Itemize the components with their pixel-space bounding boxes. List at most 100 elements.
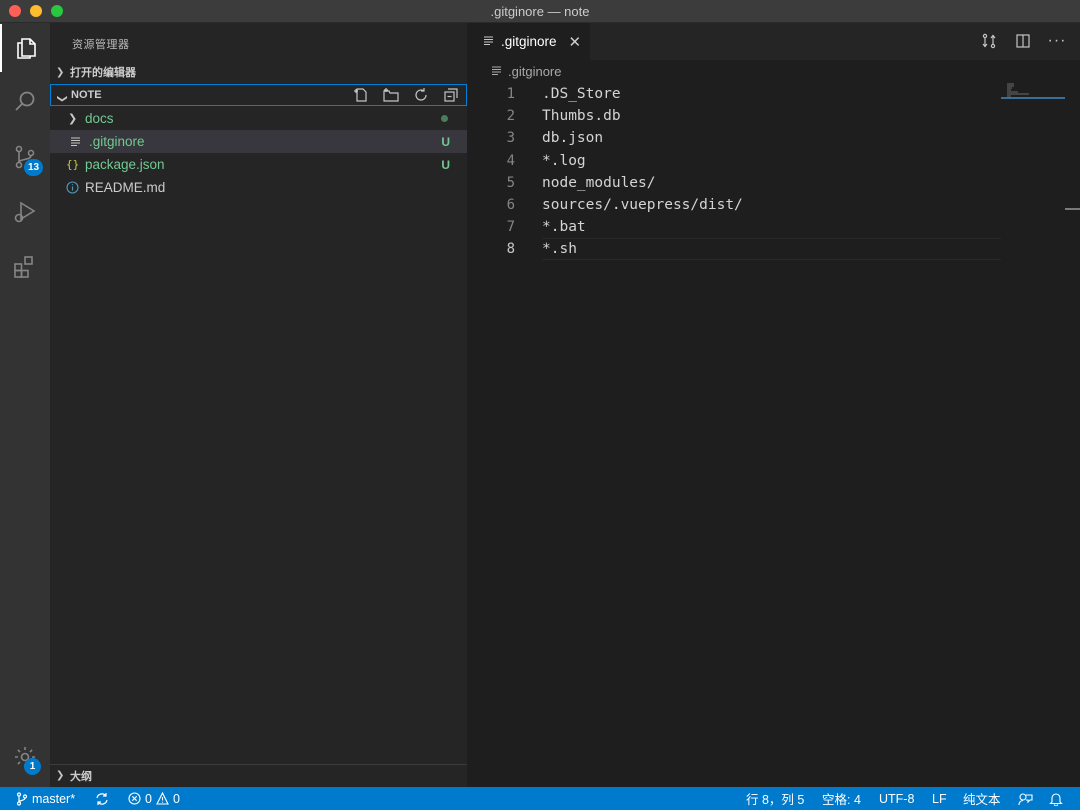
minimap-slider[interactable] [1001,97,1065,99]
line-text: *.log [542,152,586,169]
eol: LF [932,791,947,806]
code-line-current: 8 *.sh [467,238,1080,261]
code-line: 2 Thumbs.db [467,105,1080,127]
window-title: .gitginore — note [490,4,590,19]
eol-status[interactable]: LF [932,787,947,810]
more-actions-button[interactable]: ··· [1048,32,1066,50]
status-bar: master* 0 0 行 8，列 5 空格: 4 UTF-8 LF 纯文本 [0,787,1080,810]
refresh-icon [415,88,427,101]
run-debug-activity-button[interactable] [0,188,50,236]
tree-item-label: package.json [85,157,165,172]
text-file-icon [491,64,503,79]
explorer-sidebar: 资源管理器 ❯ 打开的编辑器 ❯ NOTE ❯ docs .gitginore … [50,23,467,787]
tab-bar: .gitginore ✕ ··· [467,23,1080,60]
close-tab-button[interactable]: ✕ [569,33,582,51]
language-mode-status[interactable]: 纯文本 [963,787,1001,810]
ellipsis-icon: ··· [1047,32,1067,49]
explorer-activity-button[interactable] [0,24,50,72]
tree-item-label: docs [85,111,114,126]
line-text: node_modules/ [542,174,656,191]
sidebar-title: 资源管理器 [72,39,130,51]
scm-badge: 13 [24,159,44,176]
line-text: *.sh [542,241,577,258]
compare-changes-icon [982,33,996,49]
split-editor-button[interactable] [1014,32,1032,50]
code-line: 1 .DS_Store [467,83,1080,105]
open-editors-label: 打开的编辑器 [70,67,136,79]
problems-status[interactable]: 0 0 [128,787,180,810]
tree-item-label: .gitginore [89,134,145,149]
bell-icon [1049,792,1063,806]
line-text: *.bat [542,219,586,236]
line-number: 1 [506,86,515,103]
new-file-icon [354,88,367,102]
new-folder-icon [383,88,399,102]
sync-icon [96,792,108,805]
refresh-explorer-button[interactable] [412,86,430,104]
code-line: 6 sources/.vuepress/dist/ [467,194,1080,216]
extensions-activity-button[interactable] [0,243,50,291]
tree-item-readme[interactable]: README.md [50,176,467,199]
folder-label: NOTE [71,89,102,101]
chevron-right-icon: ❯ [56,770,65,781]
line-text: Thumbs.db [542,108,621,125]
feedback-button[interactable] [1018,787,1033,810]
outline-label: 大纲 [70,770,92,783]
current-line-highlight [542,238,1001,261]
code-editor[interactable]: 1 .DS_Store 2 Thumbs.db 3 db.json 4 *.log 5 n… [467,83,1080,261]
outline-section[interactable]: ❯ 大纲 [50,764,467,786]
line-number: 6 [506,197,515,214]
sync-button[interactable] [95,787,109,810]
title-bar: .gitginore — note [0,0,1080,23]
modified-dot-icon [441,115,448,122]
line-number: 7 [506,219,515,236]
open-changes-button[interactable] [980,32,998,50]
error-count: 0 [145,791,152,806]
line-number: 4 [506,152,515,169]
breadcrumb[interactable]: .gitginore [491,64,561,79]
tab-label: .gitginore [501,34,557,49]
search-activity-button[interactable] [0,78,50,126]
line-text: sources/.vuepress/dist/ [542,197,743,214]
feedback-icon [1018,792,1033,805]
untracked-badge: U [441,134,450,149]
editor-area: .gitginore ✕ ··· .gitginore 1 .DS_Store … [467,23,1080,787]
chevron-right-icon: ❯ [56,66,65,78]
minimap[interactable] [1005,83,1065,103]
tab-gitginore[interactable]: .gitginore ✕ [467,23,590,60]
new-folder-button[interactable] [382,86,400,104]
text-file-icon [70,136,88,147]
tree-item-package-json[interactable]: {} package.json U [50,153,467,176]
notifications-button[interactable] [1049,787,1063,810]
info-icon [66,181,84,194]
warning-icon [156,792,169,805]
manage-settings-button[interactable]: 1 [0,733,50,781]
git-branch-icon [16,791,28,806]
folder-section-note[interactable]: ❯ NOTE [50,84,467,106]
tree-item-docs[interactable]: ❯ docs [50,107,467,130]
code-line: 5 node_modules/ [467,172,1080,194]
code-line: 3 db.json [467,127,1080,149]
settings-badge: 1 [24,758,41,775]
cursor-position: 行 8，列 5 [746,793,805,807]
indentation-status[interactable]: 空格: 4 [822,787,861,810]
new-file-button[interactable] [352,86,370,104]
line-number: 3 [506,130,515,147]
encoding-status[interactable]: UTF-8 [879,787,914,810]
line-number: 8 [506,241,515,258]
open-editors-section[interactable]: ❯ 打开的编辑器 [50,61,467,83]
line-number: 2 [506,108,515,125]
chevron-right-icon: ❯ [68,113,78,125]
source-control-activity-button[interactable]: 13 [0,133,50,181]
collapse-folders-button[interactable] [442,86,460,104]
files-icon [17,38,36,59]
code-line: 4 *.log [467,150,1080,172]
json-file-icon: {} [66,158,80,171]
text-file-icon [483,33,495,51]
scrollbar-cursor-marker [1065,208,1080,210]
error-icon [128,792,141,805]
code-line: 7 *.bat [467,216,1080,238]
cursor-position-status[interactable]: 行 8，列 5 [746,787,804,810]
branch-status[interactable]: master* [16,787,75,810]
tree-item-gitginore[interactable]: .gitginore U [50,130,467,153]
